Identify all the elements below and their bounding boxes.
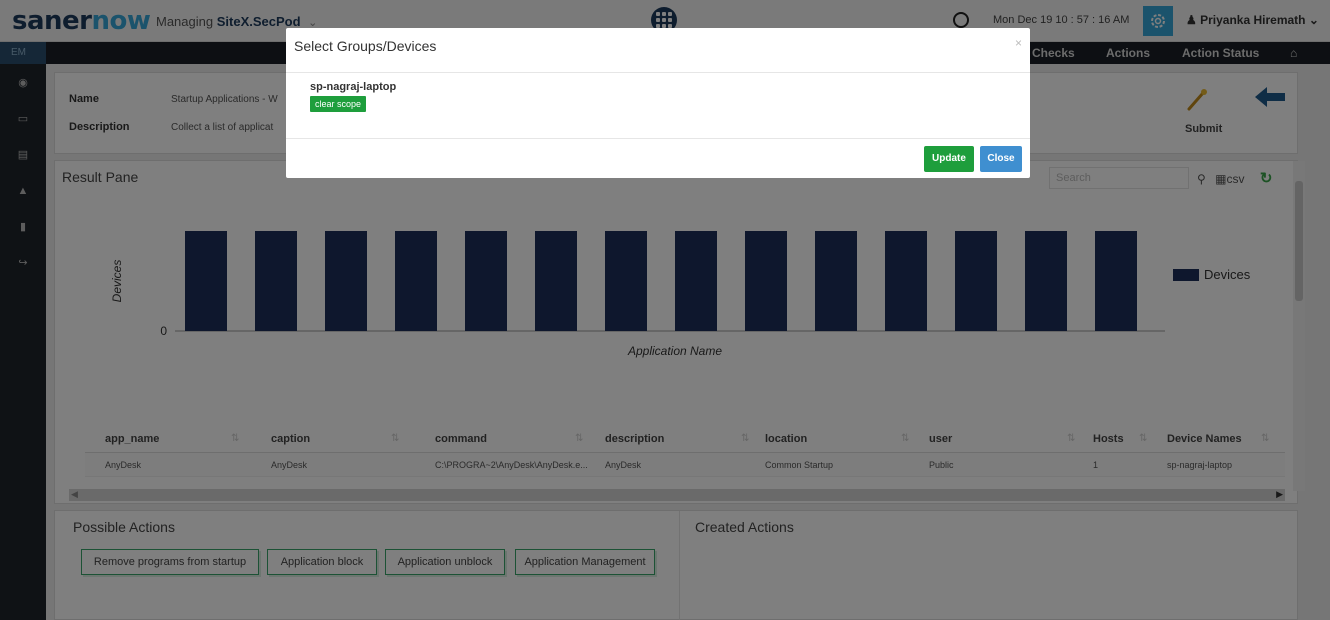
selected-device: sp-nagraj-laptop xyxy=(310,81,397,93)
modal-divider xyxy=(286,72,1030,73)
select-groups-modal: Select Groups/Devices × sp-nagraj-laptop… xyxy=(286,28,1030,178)
clear-scope-button[interactable]: clear scope xyxy=(310,96,367,112)
close-icon[interactable]: × xyxy=(1015,36,1022,50)
close-button[interactable]: Close xyxy=(980,146,1022,172)
update-button[interactable]: Update xyxy=(924,146,974,172)
modal-title: Select Groups/Devices xyxy=(294,38,437,54)
modal-divider xyxy=(286,138,1030,139)
